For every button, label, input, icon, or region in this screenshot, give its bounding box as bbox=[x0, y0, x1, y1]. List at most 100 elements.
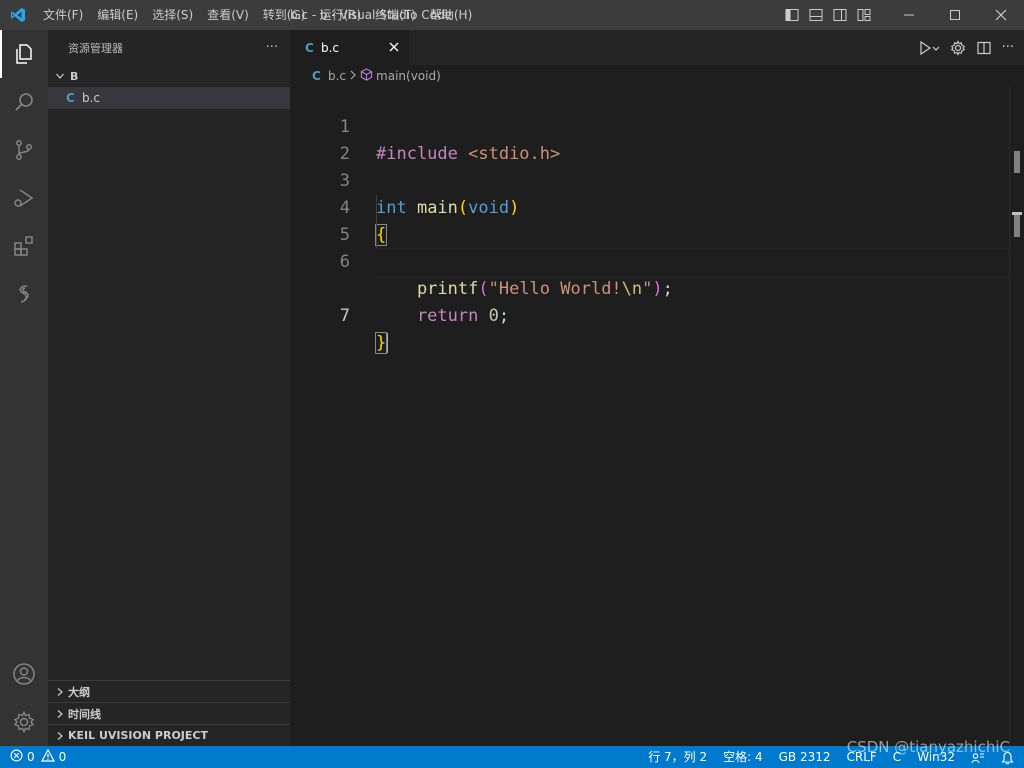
tab-b-c[interactable]: C b.c bbox=[290, 30, 409, 65]
current-line-highlight bbox=[376, 248, 1009, 277]
tab-bar: C b.c ··· bbox=[290, 30, 1024, 65]
explorer-sidebar: 资源管理器 ··· B C b.c 大纲 时间线 KEIL UVISION PR… bbox=[48, 30, 290, 746]
timeline-label: 时间线 bbox=[68, 707, 101, 721]
tab-label: b.c bbox=[321, 40, 340, 55]
scroll-marker bbox=[1014, 151, 1020, 173]
title-bar: 文件(F) 编辑(E) 选择(S) 查看(V) 转到(G) 运行(R) 终端(T… bbox=[0, 0, 1024, 30]
code-line: 6 return 0; bbox=[290, 222, 1024, 326]
chevron-right-icon bbox=[52, 731, 68, 741]
extensions-icon[interactable] bbox=[0, 222, 48, 270]
remote-icon[interactable] bbox=[0, 270, 48, 318]
menu-selection[interactable]: 选择(S) bbox=[145, 4, 200, 26]
menu-file[interactable]: 文件(F) bbox=[36, 4, 90, 26]
code-line: 5 printf("Hello World!\n"); bbox=[290, 195, 1024, 299]
indent-guide bbox=[376, 195, 377, 222]
code-token: \n bbox=[621, 279, 643, 299]
text-cursor bbox=[386, 333, 389, 353]
end-of-line[interactable]: CRLF bbox=[838, 746, 884, 768]
code-token: ; bbox=[498, 306, 510, 326]
close-window-icon[interactable] bbox=[978, 0, 1024, 30]
code-token: 0 bbox=[478, 306, 499, 326]
more-actions-icon[interactable]: ··· bbox=[997, 30, 1024, 65]
keil-project-label: KEIL UVISION PROJECT bbox=[68, 729, 208, 742]
explorer-icon[interactable] bbox=[0, 30, 48, 78]
explorer-title: 资源管理器 bbox=[68, 41, 123, 55]
c-file-icon: C bbox=[66, 91, 75, 105]
vertical-scrollbar[interactable] bbox=[1009, 87, 1024, 746]
code-token: } bbox=[374, 332, 388, 354]
problems-status[interactable]: 0 0 bbox=[0, 746, 66, 768]
line-number: 7 bbox=[339, 306, 350, 326]
menu-terminal[interactable]: 终端(T) bbox=[368, 4, 423, 26]
search-icon[interactable] bbox=[0, 78, 48, 126]
folder-b[interactable]: B bbox=[48, 65, 290, 87]
code-line: 1 #include <stdio.h> bbox=[290, 87, 1024, 164]
error-count: 0 bbox=[27, 750, 35, 764]
code-token: "Hello World! bbox=[488, 279, 622, 299]
account-icon[interactable] bbox=[0, 650, 48, 698]
chevron-down-icon bbox=[52, 71, 68, 81]
menu-help[interactable]: 帮助(H) bbox=[423, 4, 479, 26]
code-token: return bbox=[376, 306, 479, 326]
chevron-right-icon bbox=[52, 687, 68, 697]
language-mode[interactable]: C bbox=[885, 746, 909, 768]
toggle-primary-sidebar-icon[interactable] bbox=[780, 0, 804, 30]
run-icon[interactable] bbox=[913, 30, 945, 65]
outline-panel[interactable]: 大纲 bbox=[48, 680, 290, 702]
code-line-current: 7 } bbox=[290, 248, 1024, 354]
c-file-icon: C bbox=[305, 40, 314, 55]
breadcrumb: C b.c main(void) bbox=[290, 65, 441, 87]
toggle-panel-icon[interactable] bbox=[804, 0, 828, 30]
more-actions-icon[interactable]: ··· bbox=[266, 40, 278, 55]
warning-icon bbox=[40, 748, 55, 765]
symbol-method-icon bbox=[360, 68, 373, 84]
maximize-icon[interactable] bbox=[932, 0, 978, 30]
close-icon[interactable] bbox=[385, 38, 403, 56]
activity-bar bbox=[0, 30, 48, 746]
split-editor-icon[interactable] bbox=[971, 30, 997, 65]
vscode-logo-icon bbox=[0, 0, 36, 30]
menu-go[interactable]: 转到(G) bbox=[256, 4, 313, 26]
code-token: " bbox=[642, 279, 653, 299]
toggle-secondary-sidebar-icon[interactable] bbox=[828, 0, 852, 30]
error-icon bbox=[10, 749, 23, 765]
menu-edit[interactable]: 编辑(E) bbox=[90, 4, 145, 26]
menu-view[interactable]: 查看(V) bbox=[200, 4, 256, 26]
platform[interactable]: Win32 bbox=[909, 746, 963, 768]
cursor-position[interactable]: 行 7，列 2 bbox=[640, 746, 715, 768]
code-token: ; bbox=[662, 279, 673, 299]
chevron-right-icon bbox=[349, 69, 357, 83]
keil-project-panel[interactable]: KEIL UVISION PROJECT bbox=[48, 724, 290, 746]
timeline-panel[interactable]: 时间线 bbox=[48, 702, 290, 724]
scroll-marker bbox=[1014, 215, 1020, 237]
code-token: ( bbox=[478, 279, 489, 299]
breadcrumb-symbol[interactable]: main(void) bbox=[376, 69, 441, 83]
encoding[interactable]: GB 2312 bbox=[771, 746, 839, 768]
menu-bar: 文件(F) 编辑(E) 选择(S) 查看(V) 转到(G) 运行(R) 终端(T… bbox=[36, 0, 479, 30]
code-token: ) bbox=[652, 279, 663, 299]
run-debug-icon[interactable] bbox=[0, 174, 48, 222]
status-bar: 0 0 行 7，列 2 空格: 4 GB 2312 CRLF C Win32 bbox=[0, 746, 1024, 768]
code-line: 2 bbox=[290, 114, 1024, 164]
source-control-icon[interactable] bbox=[0, 126, 48, 174]
c-file-icon: C bbox=[312, 69, 321, 83]
code-line: 4 { bbox=[290, 168, 1024, 246]
gear-icon[interactable] bbox=[945, 30, 971, 65]
bell-icon[interactable] bbox=[993, 746, 1024, 768]
indent-guide bbox=[376, 222, 377, 249]
outline-label: 大纲 bbox=[68, 685, 90, 699]
minimize-icon[interactable] bbox=[886, 0, 932, 30]
feedback-icon[interactable] bbox=[963, 746, 993, 768]
folder-label: B bbox=[70, 69, 79, 83]
settings-gear-icon[interactable] bbox=[0, 698, 48, 746]
warning-count: 0 bbox=[58, 750, 67, 764]
breadcrumb-file[interactable]: b.c bbox=[328, 69, 346, 83]
menu-run[interactable]: 运行(R) bbox=[312, 4, 368, 26]
indentation[interactable]: 空格: 4 bbox=[715, 746, 771, 768]
chevron-right-icon bbox=[52, 709, 68, 719]
file-label: b.c bbox=[82, 91, 101, 105]
customize-layout-icon[interactable] bbox=[852, 0, 876, 30]
code-token: printf bbox=[376, 279, 479, 299]
code-line: 3 int main(void) bbox=[290, 141, 1024, 218]
file-b-c[interactable]: C b.c bbox=[48, 87, 290, 109]
